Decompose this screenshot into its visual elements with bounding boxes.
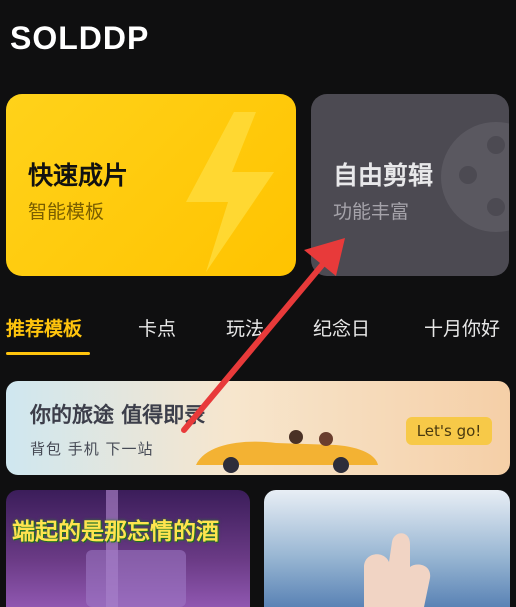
template-thumbnail-hand[interactable]: [264, 490, 510, 607]
template-tabs: 推荐模板 卡点 玩法 纪念日 十月你好: [0, 310, 516, 350]
lets-go-button[interactable]: Let's go!: [406, 417, 492, 445]
banner-title: 你的旅途 值得即录: [30, 403, 206, 427]
banner-subtitle: 背包 手机 下一站: [30, 440, 154, 458]
car-illustration: [196, 430, 378, 473]
tab-hello-october[interactable]: 十月你好: [424, 314, 500, 341]
template-caption: 端起的是那忘情的酒: [12, 518, 219, 545]
free-edit-subtitle: 功能丰富: [333, 201, 410, 223]
tab-recommended[interactable]: 推荐模板: [6, 314, 82, 341]
tab-beat[interactable]: 卡点: [138, 314, 176, 341]
quick-create-card[interactable]: 快速成片 智能模板: [6, 94, 296, 276]
lightning-icon: [186, 112, 274, 272]
free-edit-title: 自由剪辑: [333, 161, 434, 190]
free-edit-card[interactable]: 自由剪辑 功能丰富: [311, 94, 509, 276]
wine-glass-illustration: [86, 490, 186, 607]
template-thumbnail-wine[interactable]: 端起的是那忘情的酒: [6, 490, 250, 607]
app-logo: SOLDDP: [10, 19, 150, 56]
quick-create-subtitle: 智能模板: [28, 201, 105, 223]
active-tab-indicator: [6, 352, 90, 355]
tab-gameplay[interactable]: 玩法: [226, 314, 264, 341]
travel-banner[interactable]: 你的旅途 值得即录 背包 手机 下一站 Let's go!: [6, 381, 510, 475]
film-reel-icon: [441, 122, 509, 232]
hand-illustration: [364, 533, 431, 607]
tab-anniversary[interactable]: 纪念日: [313, 314, 370, 341]
quick-create-title: 快速成片: [28, 161, 129, 190]
